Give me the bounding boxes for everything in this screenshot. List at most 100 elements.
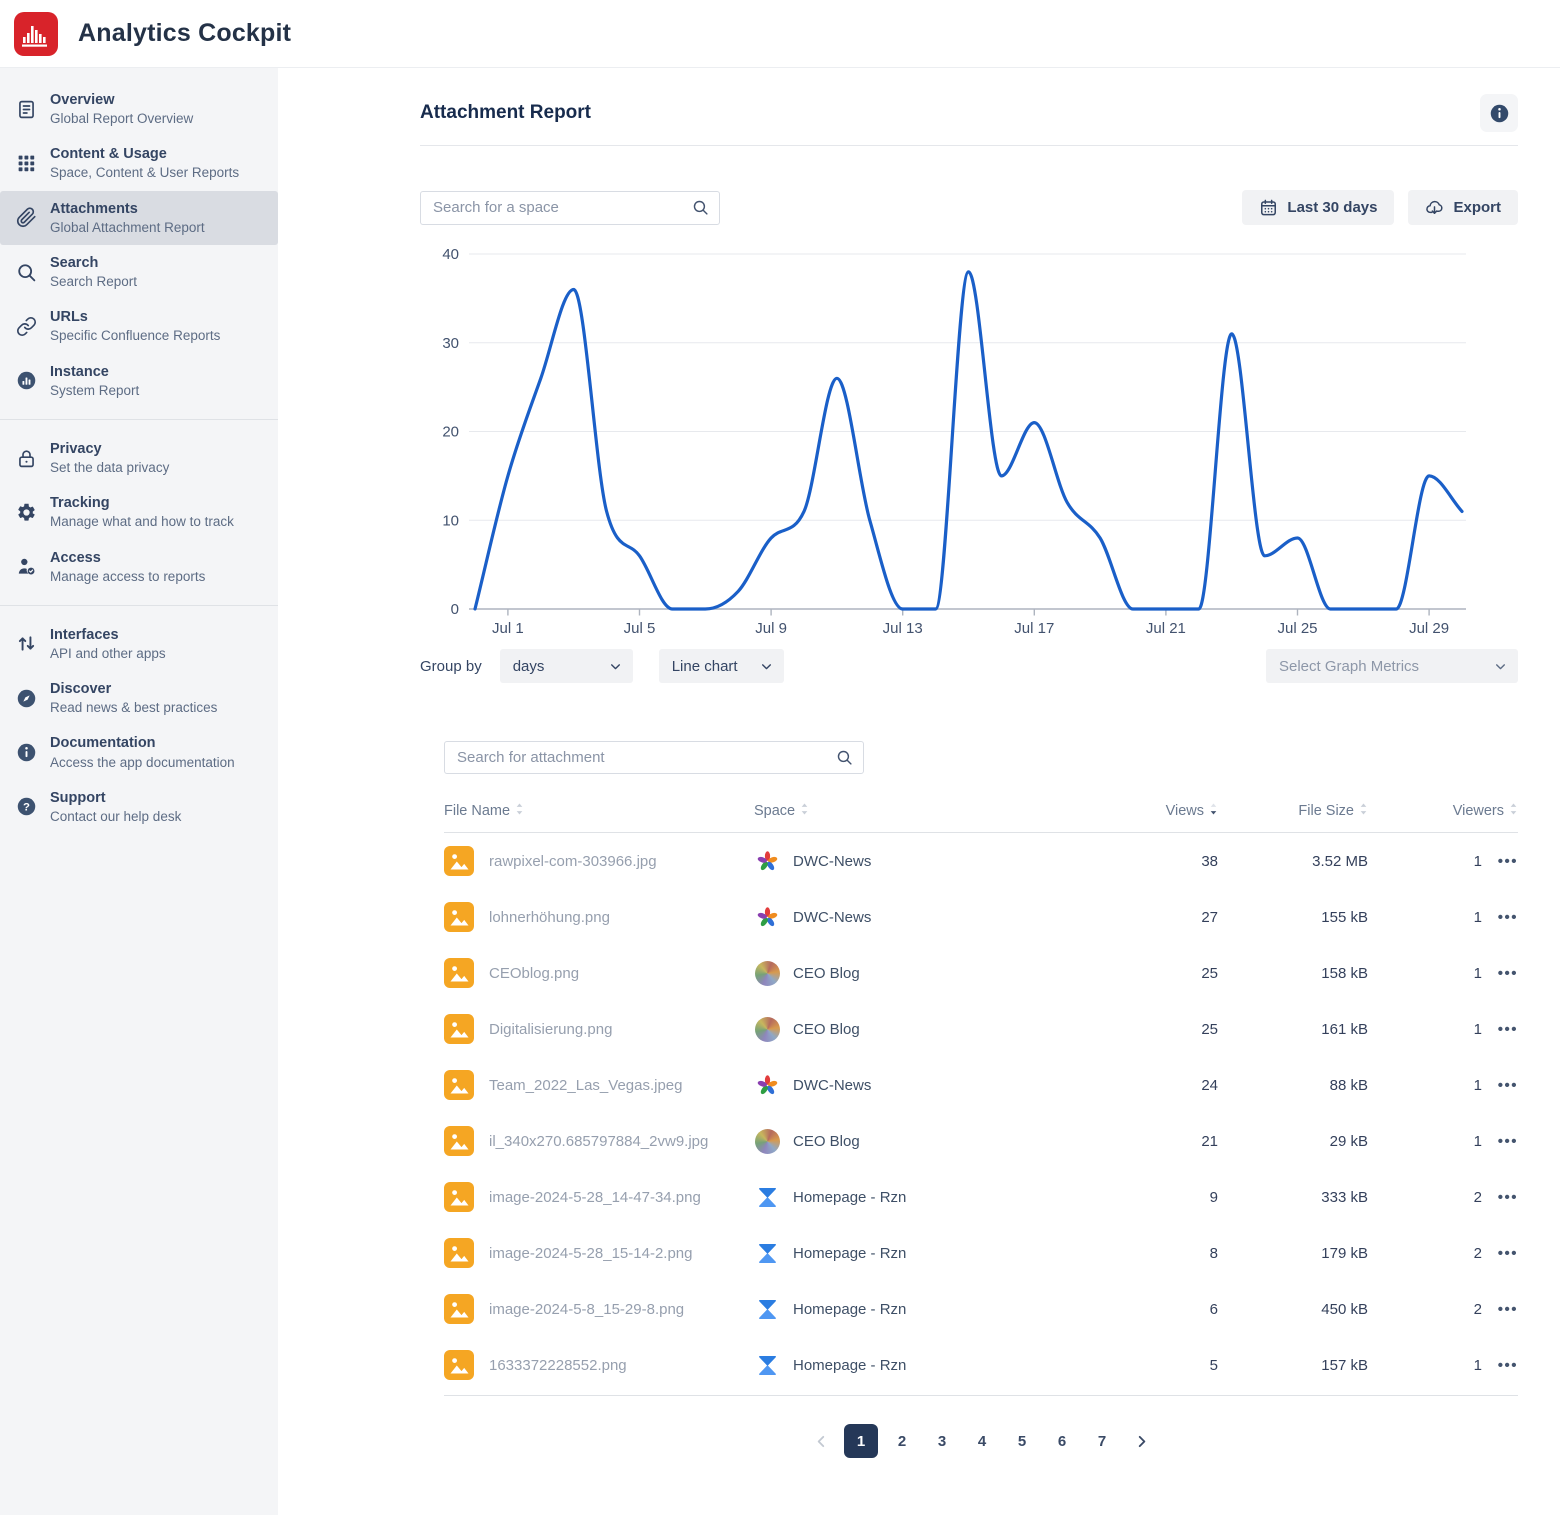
page-button-1[interactable]: 1 bbox=[844, 1424, 878, 1458]
row-actions-button[interactable]: ••• bbox=[1492, 1245, 1518, 1262]
previous-page-button[interactable] bbox=[806, 1424, 836, 1458]
sidebar-item-interfaces[interactable]: InterfacesAPI and other apps bbox=[0, 617, 278, 671]
file-size-value: 158 kB bbox=[1218, 965, 1368, 982]
row-actions-button[interactable]: ••• bbox=[1492, 1189, 1518, 1206]
row-actions-button[interactable]: ••• bbox=[1492, 1357, 1518, 1374]
attachment-views-chart: 010203040Jul 1Jul 5Jul 9Jul 13Jul 17Jul … bbox=[420, 241, 1518, 641]
sidebar-item-label: Discover bbox=[50, 680, 217, 698]
chevron-left-icon bbox=[813, 1433, 830, 1450]
sidebar-item-sublabel: API and other apps bbox=[50, 646, 166, 662]
compass-icon bbox=[15, 687, 37, 709]
pagination: 1234567 bbox=[444, 1424, 1518, 1458]
app-title: Analytics Cockpit bbox=[78, 19, 291, 48]
svg-text:Jul 13: Jul 13 bbox=[883, 620, 923, 637]
sidebar-item-content-usage[interactable]: Content & UsageSpace, Content & User Rep… bbox=[0, 136, 278, 190]
question-circle-icon: ? bbox=[15, 796, 37, 818]
chart-type-value: Line chart bbox=[672, 658, 738, 675]
space-search-input[interactable] bbox=[433, 199, 692, 216]
views-value: 8 bbox=[1098, 1245, 1218, 1262]
page-button-6[interactable]: 6 bbox=[1046, 1424, 1078, 1458]
space-name: Homepage - Rzn bbox=[793, 1357, 906, 1374]
sidebar-item-label: Content & Usage bbox=[50, 145, 239, 163]
table-row: image-2024-5-8_15-29-8.pngHomepage - Rzn… bbox=[444, 1281, 1518, 1337]
viewers-value: 2 bbox=[1474, 1245, 1482, 1262]
viewers-value: 1 bbox=[1474, 909, 1482, 926]
space-name: Homepage - Rzn bbox=[793, 1189, 906, 1206]
row-actions-button[interactable]: ••• bbox=[1492, 1021, 1518, 1038]
file-name: rawpixel-com-303966.jpg bbox=[489, 853, 657, 870]
space-logo-dwc-news bbox=[755, 849, 780, 874]
file-name: image-2024-5-8_15-29-8.png bbox=[489, 1301, 684, 1318]
file-size-value: 29 kB bbox=[1218, 1133, 1368, 1150]
file-size-value: 155 kB bbox=[1218, 909, 1368, 926]
sidebar-item-discover[interactable]: DiscoverRead news & best practices bbox=[0, 671, 278, 725]
row-actions-button[interactable]: ••• bbox=[1492, 965, 1518, 982]
sidebar-item-overview[interactable]: OverviewGlobal Report Overview bbox=[0, 82, 278, 136]
column-header-file-size[interactable]: File Size bbox=[1218, 802, 1368, 820]
table-row: rawpixel-com-303966.jpgDWC-News383.52 MB… bbox=[444, 833, 1518, 889]
paperclip-icon bbox=[15, 207, 37, 229]
column-label: Viewers bbox=[1453, 803, 1504, 819]
image-file-icon bbox=[444, 1294, 474, 1324]
views-value: 24 bbox=[1098, 1077, 1218, 1094]
export-label: Export bbox=[1453, 199, 1501, 216]
group-by-select[interactable]: days bbox=[500, 649, 633, 683]
image-file-icon bbox=[444, 1126, 474, 1156]
graph-metrics-select[interactable]: Select Graph Metrics bbox=[1266, 649, 1518, 683]
page-button-7[interactable]: 7 bbox=[1086, 1424, 1118, 1458]
column-header-space[interactable]: Space bbox=[754, 802, 1098, 820]
sidebar-item-privacy[interactable]: PrivacySet the data privacy bbox=[0, 431, 278, 485]
image-file-icon bbox=[444, 1014, 474, 1044]
page-button-2[interactable]: 2 bbox=[886, 1424, 918, 1458]
sort-icon bbox=[1359, 802, 1368, 820]
sidebar-item-search[interactable]: SearchSearch Report bbox=[0, 245, 278, 299]
attachment-search-input[interactable] bbox=[457, 749, 836, 766]
sidebar-item-urls[interactable]: URLsSpecific Confluence Reports bbox=[0, 299, 278, 353]
chart-type-select[interactable]: Line chart bbox=[659, 649, 784, 683]
sidebar-item-support[interactable]: ? Support Contact our help desk bbox=[0, 780, 278, 834]
row-actions-button[interactable]: ••• bbox=[1492, 1077, 1518, 1094]
image-file-icon bbox=[444, 958, 474, 988]
viewers-value: 1 bbox=[1474, 1077, 1482, 1094]
row-actions-button[interactable]: ••• bbox=[1492, 909, 1518, 926]
space-logo-rzn-icon bbox=[754, 1352, 780, 1378]
sort-icon bbox=[1209, 802, 1218, 820]
page-button-5[interactable]: 5 bbox=[1006, 1424, 1038, 1458]
next-page-button[interactable] bbox=[1126, 1424, 1156, 1458]
app-logo-icon bbox=[14, 12, 58, 56]
column-header-file-name[interactable]: File Name bbox=[444, 802, 754, 820]
viewers-value: 1 bbox=[1474, 853, 1482, 870]
report-info-button[interactable] bbox=[1480, 94, 1518, 132]
sidebar-item-instance[interactable]: InstanceSystem Report bbox=[0, 354, 278, 408]
image-file-icon bbox=[444, 1182, 474, 1212]
sidebar-item-sublabel: Contact our help desk bbox=[50, 809, 181, 825]
lock-icon bbox=[15, 447, 37, 469]
export-button[interactable]: Export bbox=[1408, 190, 1518, 225]
viewers-value: 2 bbox=[1474, 1301, 1482, 1318]
space-name: Homepage - Rzn bbox=[793, 1245, 906, 1262]
file-name: 1633372228552.png bbox=[489, 1357, 627, 1374]
sidebar-item-label: Support bbox=[50, 789, 181, 807]
sidebar-item-sublabel: Access the app documentation bbox=[50, 755, 235, 771]
page-button-4[interactable]: 4 bbox=[966, 1424, 998, 1458]
instance-icon bbox=[15, 370, 37, 392]
sort-icon bbox=[1509, 802, 1518, 820]
date-range-button[interactable]: Last 30 days bbox=[1242, 190, 1394, 225]
row-actions-button[interactable]: ••• bbox=[1492, 1301, 1518, 1318]
svg-text:20: 20 bbox=[442, 424, 459, 441]
row-actions-button[interactable]: ••• bbox=[1492, 1133, 1518, 1150]
gear-icon bbox=[15, 501, 37, 523]
page-button-3[interactable]: 3 bbox=[926, 1424, 958, 1458]
sort-icon bbox=[515, 802, 524, 820]
column-header-viewers[interactable]: Viewers bbox=[1368, 802, 1518, 820]
sidebar: OverviewGlobal Report OverviewContent & … bbox=[0, 68, 278, 1515]
chevron-down-icon bbox=[1494, 660, 1507, 673]
date-range-label: Last 30 days bbox=[1287, 199, 1377, 216]
sidebar-item-attachments[interactable]: AttachmentsGlobal Attachment Report bbox=[0, 191, 278, 245]
space-logo-ceo-icon bbox=[754, 960, 780, 986]
column-header-views[interactable]: Views bbox=[1098, 802, 1218, 820]
row-actions-button[interactable]: ••• bbox=[1492, 853, 1518, 870]
sidebar-item-tracking[interactable]: TrackingManage what and how to track bbox=[0, 485, 278, 539]
sidebar-item-documentation[interactable]: DocumentationAccess the app documentatio… bbox=[0, 725, 278, 779]
sidebar-item-access[interactable]: AccessManage access to reports bbox=[0, 540, 278, 594]
